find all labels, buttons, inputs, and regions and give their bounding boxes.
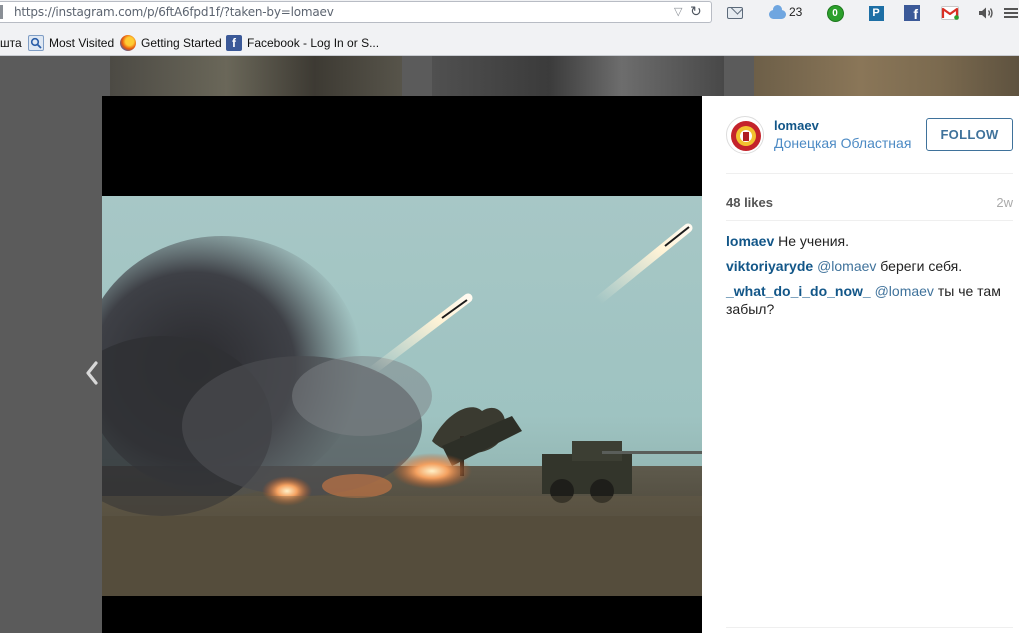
bookmark-facebook[interactable]: f Facebook - Log In or S...: [226, 34, 379, 52]
post-time-ago: 2w: [996, 195, 1013, 210]
feed-thumbnail[interactable]: [110, 56, 402, 96]
comment-mention[interactable]: @lomaev: [817, 258, 876, 274]
menu-icon[interactable]: [1004, 4, 1018, 22]
chevron-left-icon[interactable]: [81, 358, 103, 388]
divider: [726, 627, 1013, 628]
post-username[interactable]: lomaev: [774, 118, 819, 133]
comment-item: _what_do_i_do_now_ @lomaev ты че там заб…: [726, 282, 1016, 318]
firefox-icon: [120, 35, 136, 51]
browser-toolbar: https://instagram.com/p/6ftA6fpd1f/?take…: [0, 0, 1019, 30]
gmail-icon[interactable]: [940, 4, 960, 22]
comment-item: lomaev Не учения.: [726, 232, 1016, 250]
follow-button[interactable]: FOLLOW: [926, 118, 1013, 151]
url-text[interactable]: https://instagram.com/p/6ftA6fpd1f/?take…: [14, 5, 334, 19]
comment-item: viktoriyaryde @lomaev береги себя.: [726, 257, 1016, 275]
most-visited-icon: [28, 35, 44, 51]
post-photo[interactable]: [102, 96, 702, 633]
weather-cloud-icon[interactable]: [768, 4, 786, 22]
divider: [726, 220, 1013, 221]
url-left-edge: [0, 5, 3, 19]
comment-text: Не учения.: [778, 233, 850, 249]
badge-count: 0: [826, 4, 844, 22]
reload-icon[interactable]: ↻: [690, 3, 702, 20]
facebook-icon[interactable]: f: [904, 4, 920, 22]
likes-count[interactable]: 48 likes: [726, 195, 773, 210]
mail-icon[interactable]: [726, 4, 744, 22]
post-location[interactable]: Донецкая Областная: [774, 135, 914, 151]
url-bar[interactable]: https://instagram.com/p/6ftA6fpd1f/?take…: [0, 1, 712, 23]
weather-temp[interactable]: 23: [789, 5, 802, 19]
feed-thumbnail[interactable]: [432, 56, 724, 96]
volume-icon[interactable]: [977, 4, 995, 22]
comment-username[interactable]: viktoriyaryde: [726, 258, 813, 274]
comment-username[interactable]: _what_do_i_do_now_: [726, 283, 871, 299]
bookmarks-bar: шта Most Visited Getting Started f Faceb…: [0, 30, 1019, 56]
avatar[interactable]: [726, 116, 764, 154]
dropdown-icon[interactable]: ▽: [674, 5, 682, 18]
comment-text: береги себя.: [880, 258, 963, 274]
divider: [726, 173, 1013, 174]
bookmark-getting-started[interactable]: Getting Started: [120, 34, 222, 52]
post-details-panel: lomaev Донецкая Областная FOLLOW 48 like…: [702, 96, 1019, 633]
bookmark-most-visited[interactable]: Most Visited: [28, 34, 114, 52]
bookmark-truncated[interactable]: шта: [0, 34, 22, 52]
comment-username[interactable]: lomaev: [726, 233, 774, 249]
comment-mention[interactable]: @lomaev: [875, 283, 934, 299]
rocket-launch-photo: [102, 196, 702, 596]
badge-icon[interactable]: 0: [826, 4, 844, 22]
facebook-icon: f: [226, 35, 242, 51]
feed-thumbnail[interactable]: [754, 56, 1019, 96]
p-icon[interactable]: P: [868, 4, 884, 22]
